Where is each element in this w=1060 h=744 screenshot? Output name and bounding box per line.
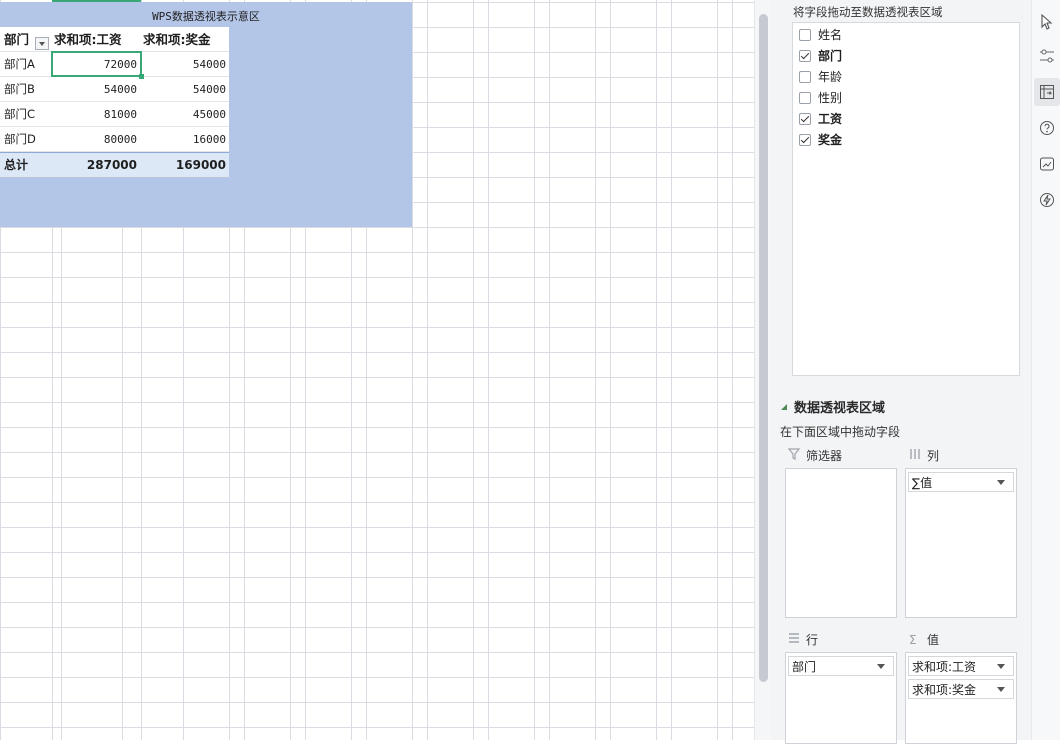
pivot-field-panel: 将字段拖动至数据透视表区域 姓名 部门 年龄 性别 工资 奖金 数据透视表区域 [771, 0, 1031, 744]
bonus-cell[interactable]: 54000 [141, 52, 229, 77]
settings-sliders-icon[interactable] [1034, 42, 1060, 70]
pivot-table-icon[interactable] [1034, 78, 1060, 106]
funnel-icon [787, 448, 806, 463]
pivot-total-row: 总计 287000 169000 [0, 152, 229, 177]
areas-hint: 在下面区域中拖动字段 [780, 425, 901, 439]
grid-line [473, 0, 474, 740]
field-checkbox[interactable] [799, 29, 811, 41]
bonus-cell[interactable]: 54000 [141, 77, 229, 102]
field-item-salary[interactable]: 工资 [799, 109, 842, 129]
pivot-row: 部门B 54000 54000 [0, 77, 229, 102]
bonus-cell[interactable]: 45000 [141, 102, 229, 127]
pivot-caption: WPS数据透视表示意区 [152, 10, 260, 23]
zone-title: 行 [806, 633, 819, 647]
field-item-gender[interactable]: 性别 [799, 88, 842, 108]
field-label: 性别 [818, 91, 843, 105]
total-bonus-cell[interactable]: 169000 [141, 153, 229, 178]
field-label: 姓名 [818, 28, 843, 42]
zone-label-columns: 列 [909, 447, 939, 464]
zone-title: 列 [927, 449, 940, 463]
total-label-cell[interactable]: 总计 [0, 153, 52, 178]
field-item-name[interactable]: 姓名 [799, 25, 842, 45]
pivot-header-salary-sum[interactable]: 求和项:工资 [52, 27, 141, 52]
row-label-cell[interactable]: 部门D [0, 127, 52, 152]
rows-chip-department[interactable]: 部门 [788, 656, 894, 676]
chip-label: 求和项:工资 [912, 660, 977, 674]
right-toolbar [1031, 0, 1060, 740]
chip-dropdown-icon[interactable] [997, 480, 1005, 485]
zone-label-values: Σ 值 [909, 631, 939, 648]
areas-section-header[interactable]: 数据透视表区域 [781, 397, 885, 416]
pivot-row: 部门A 72000 54000 [0, 52, 229, 77]
chip-dropdown-icon[interactable] [877, 664, 885, 669]
zone-title: 筛选器 [806, 449, 843, 463]
field-label: 部门 [818, 49, 843, 63]
spreadsheet-grid[interactable]: WPS数据透视表示意区 部门 求和项:工资 求和项:奖金 部门A 72000 5… [0, 0, 754, 740]
zone-label-filter: 筛选器 [787, 447, 843, 464]
field-checkbox[interactable] [799, 50, 811, 62]
field-item-bonus[interactable]: 奖金 [799, 130, 842, 150]
areas-title: 数据透视表区域 [794, 401, 886, 416]
chip-label: ∑值 [912, 476, 933, 490]
field-label: 工资 [818, 112, 843, 126]
columns-drop-zone[interactable]: ∑值 [905, 468, 1017, 618]
chip-dropdown-icon[interactable] [997, 687, 1005, 692]
help-icon[interactable] [1034, 114, 1060, 142]
filter-dropdown-icon[interactable] [35, 37, 49, 50]
pivot-table: 部门 求和项:工资 求和项:奖金 部门A 72000 54000 部门B 540… [0, 27, 229, 177]
salary-cell[interactable]: 81000 [52, 102, 141, 127]
field-label: 年龄 [818, 70, 843, 84]
grid-line [656, 0, 657, 740]
sigma-icon: Σ [909, 632, 917, 647]
pivot-row: 部门D 80000 16000 [0, 127, 229, 152]
pivot-row: 部门C 81000 45000 [0, 102, 229, 127]
field-item-department[interactable]: 部门 [799, 46, 842, 66]
panel-title: 将字段拖动至数据透视表区域 [793, 5, 943, 19]
rows-icon [788, 632, 806, 647]
cursor-icon[interactable] [1034, 8, 1060, 36]
bonus-cell[interactable]: 16000 [141, 127, 229, 152]
pivot-header-row: 部门 求和项:工资 求和项:奖金 [0, 27, 229, 52]
zone-label-rows: 行 [788, 631, 818, 648]
filter-drop-zone[interactable] [785, 468, 897, 618]
chip-dropdown-icon[interactable] [997, 664, 1005, 669]
row-label-cell[interactable]: 部门B [0, 77, 52, 102]
field-checkbox[interactable] [799, 113, 811, 125]
field-item-age[interactable]: 年龄 [799, 67, 842, 87]
columns-chip-values[interactable]: ∑值 [908, 472, 1014, 492]
total-salary-cell[interactable]: 287000 [52, 153, 141, 178]
field-checkbox[interactable] [799, 71, 811, 83]
chip-label: 部门 [792, 660, 817, 674]
columns-icon [909, 448, 927, 463]
zone-title: 值 [927, 633, 940, 647]
grid-line [717, 0, 718, 740]
field-label: 奖金 [818, 133, 843, 147]
collapse-triangle-icon[interactable] [781, 403, 787, 410]
vertical-scrollbar[interactable] [754, 0, 771, 740]
rows-drop-zone[interactable]: 部门 [785, 652, 897, 744]
field-checkbox[interactable] [799, 92, 811, 104]
chart-icon[interactable] [1034, 150, 1060, 178]
field-checkbox[interactable] [799, 134, 811, 146]
grid-line [534, 0, 535, 740]
values-chip-bonus[interactable]: 求和项:奖金 [908, 679, 1014, 699]
row-label-cell[interactable]: 部门C [0, 102, 52, 127]
salary-cell[interactable]: 72000 [52, 52, 141, 77]
values-drop-zone[interactable]: 求和项:工资 求和项:奖金 [905, 652, 1017, 744]
salary-cell[interactable]: 54000 [52, 77, 141, 102]
row-label-cell[interactable]: 部门A [0, 52, 52, 77]
lightning-icon[interactable] [1034, 186, 1060, 214]
chip-label: 求和项:奖金 [912, 683, 977, 697]
grid-line [412, 0, 413, 740]
salary-cell[interactable]: 80000 [52, 127, 141, 152]
grid-line [595, 0, 596, 740]
field-list: 姓名 部门 年龄 性别 工资 奖金 [792, 22, 1020, 376]
values-chip-salary[interactable]: 求和项:工资 [908, 656, 1014, 676]
scrollbar-thumb[interactable] [759, 14, 768, 682]
pivot-header-bonus-sum[interactable]: 求和项:奖金 [141, 27, 229, 52]
